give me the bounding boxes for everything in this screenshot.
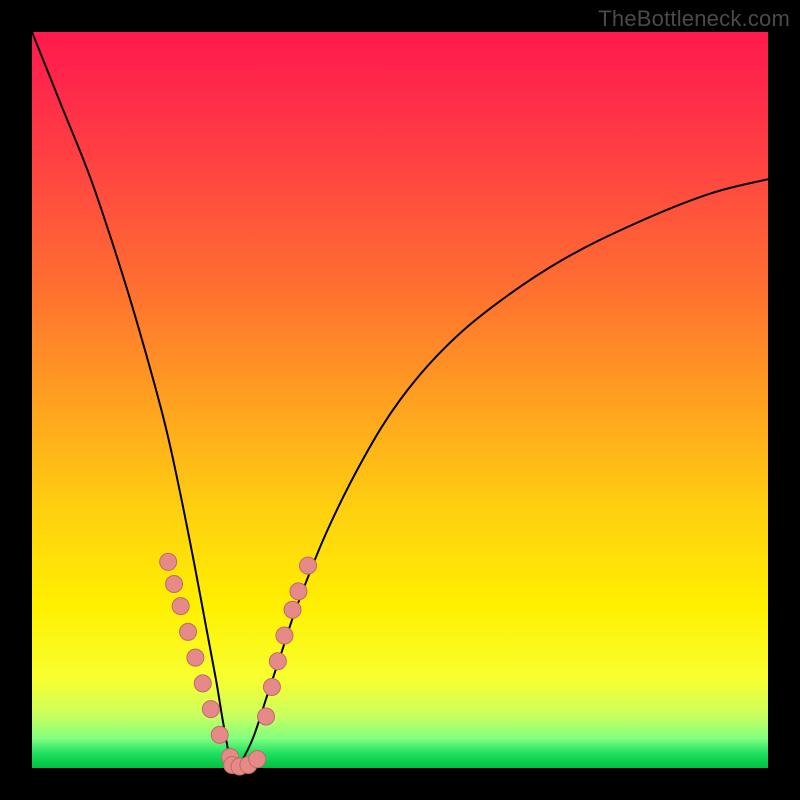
data-dot bbox=[284, 601, 301, 618]
curve-left-branch bbox=[32, 32, 238, 768]
data-dot bbox=[172, 598, 189, 615]
chart-svg bbox=[32, 32, 768, 768]
data-dot bbox=[263, 679, 280, 696]
data-dot bbox=[211, 726, 228, 743]
watermark-text: TheBottleneck.com bbox=[598, 6, 790, 32]
chart-frame: TheBottleneck.com bbox=[0, 0, 800, 800]
data-dot bbox=[269, 653, 286, 670]
data-dots bbox=[160, 553, 317, 775]
curve-right-branch bbox=[238, 179, 768, 768]
data-dot bbox=[300, 557, 317, 574]
data-dot bbox=[194, 675, 211, 692]
plot-area bbox=[32, 32, 768, 768]
data-dot bbox=[160, 553, 177, 570]
data-dot bbox=[276, 627, 293, 644]
data-dot bbox=[187, 649, 204, 666]
data-dot bbox=[290, 583, 307, 600]
data-dot bbox=[249, 751, 266, 768]
data-dot bbox=[180, 623, 197, 640]
data-dot bbox=[202, 701, 219, 718]
data-dot bbox=[166, 576, 183, 593]
data-dot bbox=[258, 708, 275, 725]
